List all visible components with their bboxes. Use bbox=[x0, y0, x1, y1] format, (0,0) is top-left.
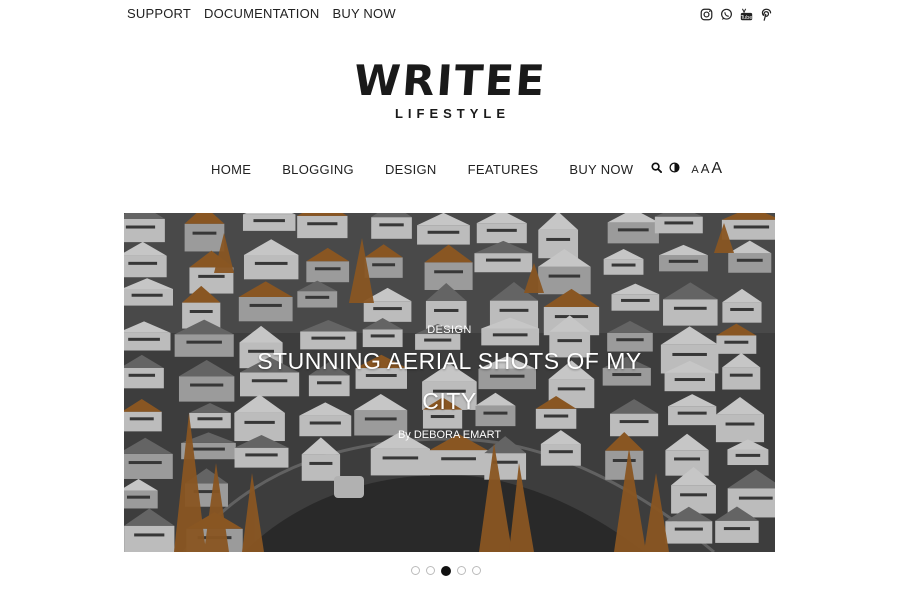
hero-category-link[interactable]: DESIGN bbox=[124, 324, 775, 336]
top-links: SUPPORT DOCUMENTATION BUY NOW bbox=[127, 6, 396, 21]
nav-item-buy-now[interactable]: BUY NOW bbox=[569, 162, 633, 177]
top-bar: SUPPORT DOCUMENTATION BUY NOW Tube bbox=[0, 0, 900, 30]
nav-item-design[interactable]: DESIGN bbox=[385, 162, 437, 177]
slider-dot[interactable] bbox=[411, 566, 420, 575]
logo-title: WRITEE bbox=[352, 56, 548, 105]
social-links: Tube bbox=[700, 8, 773, 21]
hero-slide[interactable]: DESIGN STUNNING AERIAL SHOTS OF MY CITY … bbox=[124, 213, 775, 552]
top-link-support[interactable]: SUPPORT bbox=[127, 6, 191, 21]
main-nav: HOME BLOGGING DESIGN FEATURES BUY NOW A … bbox=[211, 159, 722, 179]
contrast-icon[interactable] bbox=[669, 160, 680, 178]
slider-dot[interactable] bbox=[441, 566, 451, 576]
slider-dot[interactable] bbox=[426, 566, 435, 575]
nav-item-home[interactable]: HOME bbox=[211, 162, 251, 177]
site-logo[interactable]: WRITEE LIFESTYLE bbox=[0, 56, 900, 121]
svg-text:Tube: Tube bbox=[740, 15, 752, 21]
slider-pagination bbox=[411, 566, 481, 576]
font-size-medium-button[interactable]: A bbox=[701, 161, 710, 176]
top-link-buy-now[interactable]: BUY NOW bbox=[333, 6, 396, 21]
hero-byline: By DEBORA EMART bbox=[397, 429, 502, 441]
nav-tools: A A A bbox=[651, 160, 722, 178]
slider-dot[interactable] bbox=[472, 566, 481, 575]
pinterest-icon[interactable] bbox=[760, 8, 773, 21]
font-size-small-button[interactable]: A bbox=[691, 164, 698, 176]
search-icon[interactable] bbox=[651, 160, 663, 178]
slider-dot[interactable] bbox=[457, 566, 466, 575]
logo-subtitle: LIFESTYLE bbox=[394, 106, 511, 121]
font-size-large-button[interactable]: A bbox=[711, 160, 722, 178]
hero-title-link[interactable]: STUNNING AERIAL SHOTS OF MY CITY bbox=[234, 341, 665, 421]
whatsapp-icon[interactable] bbox=[720, 8, 733, 21]
nav-item-features[interactable]: FEATURES bbox=[468, 162, 539, 177]
top-link-documentation[interactable]: DOCUMENTATION bbox=[204, 6, 320, 21]
font-size-controls: A A A bbox=[691, 160, 722, 178]
youtube-icon[interactable]: Tube bbox=[740, 8, 753, 21]
nav-item-blogging[interactable]: BLOGGING bbox=[282, 162, 354, 177]
instagram-icon[interactable] bbox=[700, 8, 713, 21]
